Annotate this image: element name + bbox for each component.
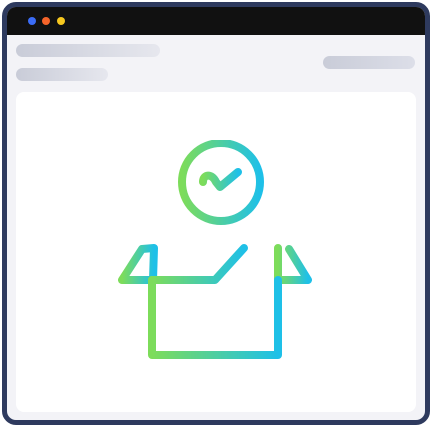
- content-panel: [16, 92, 416, 412]
- header-placeholder-bar: [16, 44, 160, 57]
- browser-window: [2, 2, 430, 425]
- window-close-dot[interactable]: [28, 17, 36, 25]
- subheader-placeholder-bar: [16, 68, 108, 81]
- window-minimize-dot[interactable]: [42, 17, 50, 25]
- window-maximize-dot[interactable]: [57, 17, 65, 25]
- action-placeholder-bar: [323, 56, 415, 69]
- package-delivered-checkmark-icon: [118, 140, 312, 359]
- window-titlebar: [7, 7, 425, 35]
